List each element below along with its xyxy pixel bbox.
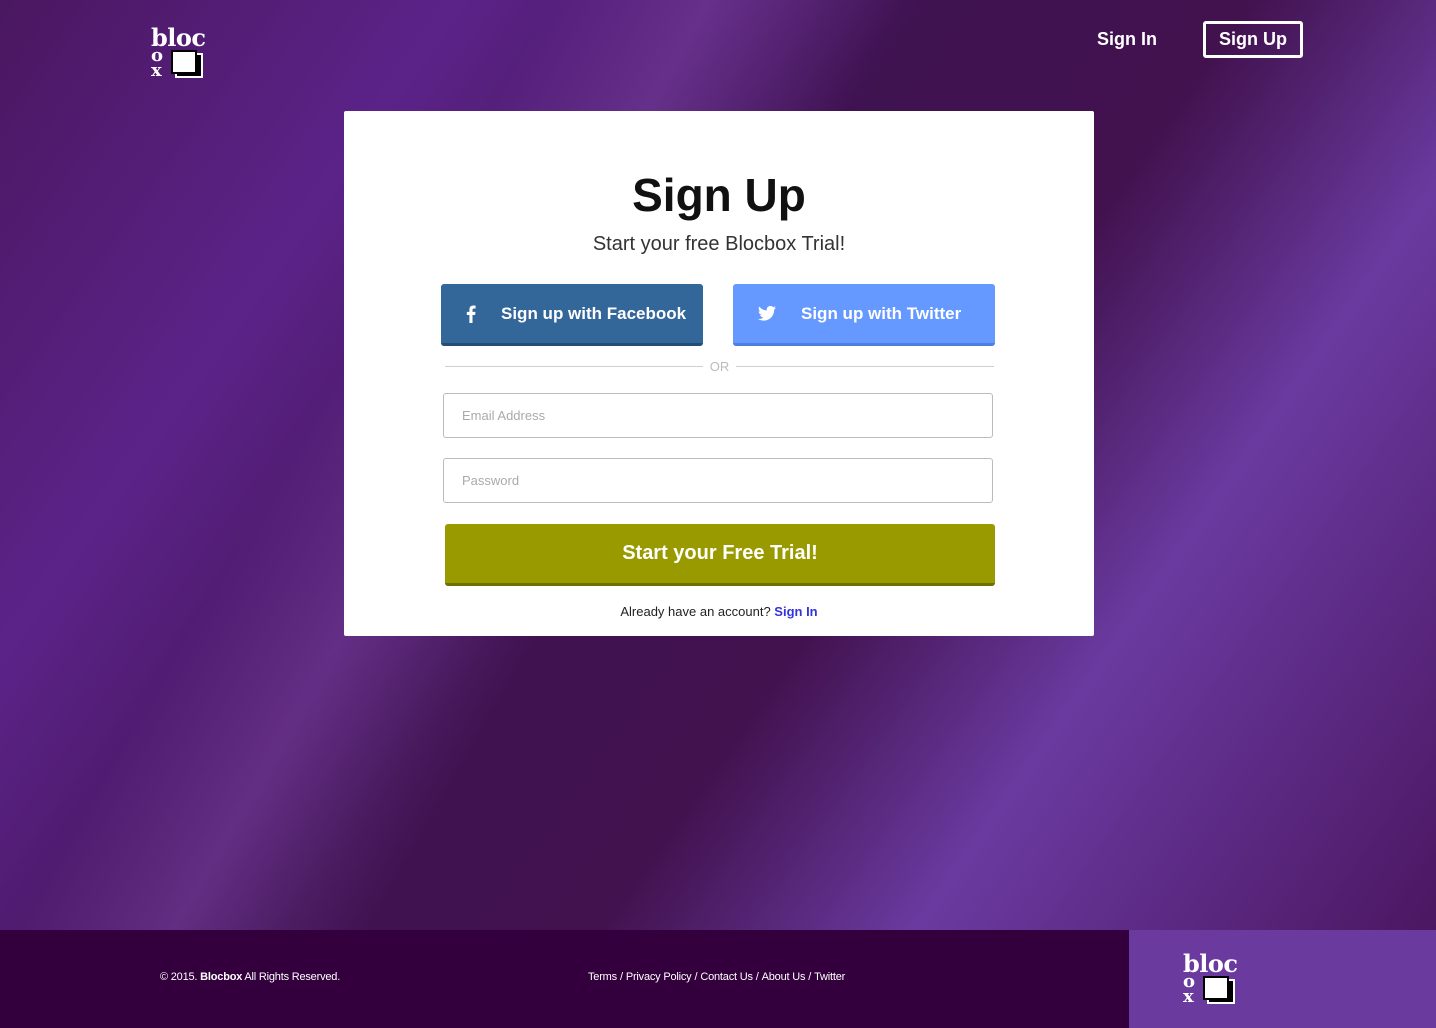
copyright-suffix: All Rights Reserved. <box>244 971 341 983</box>
email-field[interactable] <box>443 393 993 438</box>
footer-logo-box-icon <box>1203 976 1235 1004</box>
divider-line-left <box>445 365 703 367</box>
logo-text-x: x <box>151 60 162 81</box>
nav-signin-link[interactable]: Sign In <box>1097 27 1157 51</box>
twitter-icon <box>757 304 777 324</box>
footer-link-privacy[interactable]: Privacy Policy <box>626 971 692 983</box>
footer-logo-panel <box>1129 930 1436 1028</box>
start-trial-button[interactable]: Start your Free Trial! <box>445 524 995 586</box>
divider-line-right <box>736 365 994 367</box>
card-subtitle: Start your free Blocbox Trial! <box>592 233 846 255</box>
or-divider: OR <box>445 358 994 374</box>
header-logo[interactable]: bloc o x <box>151 25 211 85</box>
logo-box-icon <box>171 50 203 78</box>
copyright: © 2015. Blocbox All Rights Reserved. <box>160 971 340 983</box>
footer: © 2015. Blocbox All Rights Reserved. Ter… <box>0 930 1129 1028</box>
footer-link-twitter[interactable]: Twitter <box>814 971 845 983</box>
footer-link-contact[interactable]: Contact Us <box>700 971 753 983</box>
already-account-label: Already have an account? <box>620 604 771 619</box>
already-account-text: Already have an account? Sign In <box>344 604 1094 619</box>
signup-card: Sign Up Start your free Blocbox Trial! S… <box>344 111 1094 636</box>
footer-logo[interactable]: bloc o x <box>1183 951 1243 1011</box>
twitter-signup-label: Sign up with Twitter <box>801 303 962 323</box>
password-field[interactable] <box>443 458 993 503</box>
copyright-prefix: © 2015. <box>160 971 198 983</box>
footer-link-about[interactable]: About Us <box>762 971 806 983</box>
or-text: OR <box>709 358 730 374</box>
card-title: Sign Up <box>632 169 806 221</box>
facebook-signup-button[interactable]: Sign up with Facebook <box>441 284 703 346</box>
nav-signup-button[interactable]: Sign Up <box>1203 21 1303 58</box>
signin-link[interactable]: Sign In <box>774 604 817 619</box>
facebook-icon <box>461 304 481 324</box>
copyright-brand: Blocbox <box>200 971 243 983</box>
footer-links: Terms / Privacy Policy / Contact Us / About… <box>588 971 846 983</box>
twitter-signup-button[interactable]: Sign up with Twitter <box>733 284 995 346</box>
footer-logo-text-x: x <box>1183 986 1194 1007</box>
footer-link-terms[interactable]: Terms <box>588 971 617 983</box>
facebook-signup-label: Sign up with Facebook <box>501 303 687 323</box>
